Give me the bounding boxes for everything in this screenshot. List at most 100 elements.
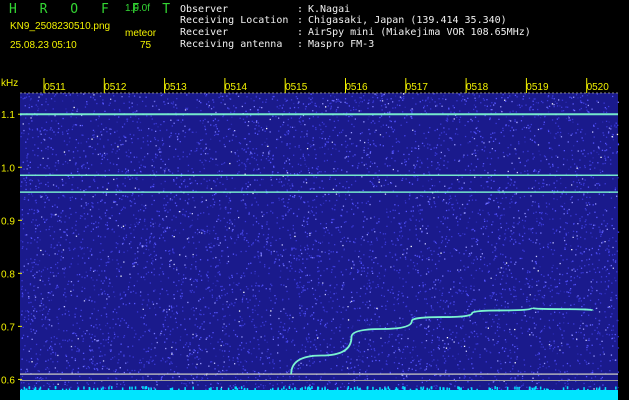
bottom-band-spike: [306, 387, 309, 391]
bottom-band-spike: [587, 388, 589, 392]
bottom-band-spike: [240, 386, 243, 390]
bottom-band-spike: [254, 387, 256, 391]
info-separator: :: [297, 15, 304, 26]
bottom-band-spike: [543, 388, 546, 392]
bottom-band-spike: [150, 387, 152, 391]
bottom-band-spike: [514, 386, 516, 390]
bottom-band-spike: [448, 387, 451, 391]
bottom-band-spike: [178, 388, 180, 392]
y-tick-label: 1.1: [1, 110, 15, 121]
bottom-band-spike: [68, 388, 71, 392]
capture-datetime: 25.08.23 05:10: [10, 40, 77, 51]
bottom-band-spike: [65, 388, 68, 392]
bottom-band-spike: [246, 388, 249, 392]
bottom-band-spike: [457, 386, 459, 390]
bottom-band-spike: [467, 388, 469, 392]
bottom-band-spike: [283, 386, 285, 390]
bottom-band-spike: [61, 388, 64, 392]
bottom-band-spike: [336, 387, 339, 391]
bottom-band-spike: [539, 386, 542, 390]
bottom-band-spike: [446, 387, 448, 391]
bottom-band-spike: [476, 388, 478, 392]
x-tick-label: 0512: [104, 82, 127, 93]
y-tick-label: 0.9: [1, 216, 15, 227]
bottom-band-spike: [566, 386, 569, 390]
bottom-band-spike: [121, 387, 124, 391]
info-label-receiver: Receiver: [180, 27, 229, 38]
bottom-band-spike: [277, 387, 279, 391]
bottom-band-spike: [353, 386, 356, 390]
x-tick-label: 0515: [285, 82, 308, 93]
bottom-band-spike: [458, 387, 461, 391]
bottom-band-spike: [387, 386, 389, 390]
bottom-band-spike: [100, 388, 103, 392]
bottom-band-spike: [270, 388, 272, 392]
bottom-band-spike: [359, 387, 361, 391]
bottom-band-spike: [28, 386, 31, 390]
bottom-band-spike: [494, 386, 496, 390]
x-tick-label: 0511: [44, 82, 66, 93]
app-name: H R O F F T: [9, 2, 178, 17]
bottom-band-spike: [154, 388, 157, 392]
bottom-band-spike: [381, 388, 383, 392]
bottom-band-spike: [402, 386, 404, 390]
bottom-band-spike: [346, 388, 349, 392]
bottom-band-spike: [316, 388, 319, 392]
bottom-band-spike: [288, 386, 291, 390]
bottom-band-spike: [23, 386, 26, 390]
bottom-band-spike: [144, 386, 146, 390]
bottom-band-spike: [379, 387, 381, 391]
meteor-label: meteor: [125, 28, 157, 39]
info-label-antenna: Receiving antenna: [180, 39, 283, 50]
bottom-band-spike: [324, 387, 326, 391]
bottom-band-spike: [232, 388, 234, 392]
bottom-band-spike: [356, 386, 359, 390]
bottom-band-spike: [131, 386, 133, 390]
bottom-band-spike: [54, 386, 57, 390]
bottom-band-spike: [596, 387, 598, 391]
bottom-band-spike: [108, 386, 110, 390]
bottom-band-spike: [83, 386, 85, 390]
bottom-band-spike: [227, 387, 230, 391]
app-version: 1.0.0f: [125, 3, 151, 14]
bottom-band-spike: [294, 387, 296, 391]
bottom-band-spike: [506, 386, 509, 390]
header-panel: H R O F F T 1.0.0f KN9_2508230510.png 25…: [0, 0, 629, 75]
info-label-observer: Observer: [180, 4, 229, 15]
bottom-band-spike: [171, 387, 174, 391]
bottom-band-spike: [375, 388, 378, 392]
bottom-band-spike: [546, 388, 548, 392]
y-axis-label: kHz: [1, 78, 18, 89]
bottom-band-spike: [285, 388, 288, 392]
bottom-band-spike: [443, 387, 445, 391]
info-value-antenna: Maspro FM-3: [308, 39, 375, 50]
bottom-band-spike: [308, 386, 310, 390]
meteor-count: 75: [140, 40, 152, 51]
bottom-band-spike: [496, 386, 498, 390]
bottom-band-spike: [281, 388, 283, 392]
x-tick-label: 0520: [587, 82, 610, 93]
bottom-band-spike: [350, 387, 352, 391]
bottom-band-spike: [291, 388, 293, 392]
bottom-band-spike: [394, 388, 397, 392]
bottom-band-spike: [272, 387, 274, 391]
bottom-band-spike: [34, 386, 37, 390]
bottom-band-spike: [142, 386, 144, 390]
bottom-band-spike: [583, 387, 585, 391]
y-tick-label: 0.8: [1, 269, 15, 280]
file-name: KN9_2508230510.png: [10, 21, 111, 32]
x-tick-label: 0519: [526, 82, 549, 93]
bottom-band-spike: [311, 386, 313, 390]
info-separator: :: [297, 27, 304, 38]
bottom-band-spike: [388, 388, 391, 392]
bottom-band-spike: [420, 386, 422, 390]
info-label-location: Receiving Location: [180, 15, 289, 26]
bottom-band-spike: [397, 388, 399, 392]
bottom-band-spike: [577, 388, 580, 392]
bottom-band-spike: [372, 386, 374, 390]
bottom-band-spike: [421, 388, 424, 392]
bottom-band-spike: [192, 386, 194, 390]
bottom-band-spike: [321, 387, 323, 391]
bottom-band-spike: [531, 387, 533, 391]
bottom-band-spike: [416, 388, 418, 392]
